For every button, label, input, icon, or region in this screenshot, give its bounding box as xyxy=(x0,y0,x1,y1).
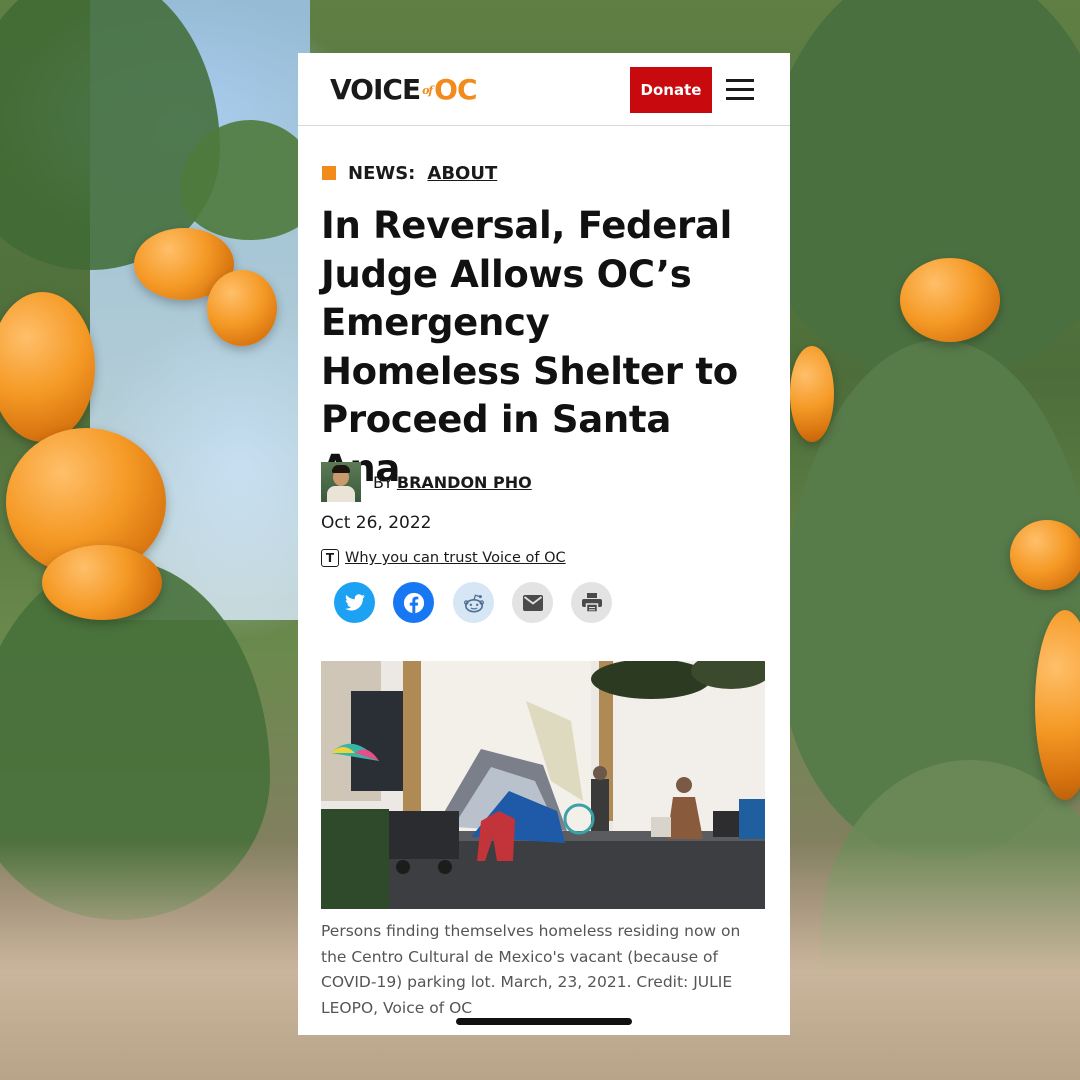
logo-oc: OC xyxy=(434,73,477,106)
orange-fruit xyxy=(0,292,95,442)
publish-date: Oct 26, 2022 xyxy=(321,513,432,533)
share-email-button[interactable] xyxy=(512,582,553,623)
hamburger-icon[interactable] xyxy=(726,79,756,101)
share-facebook-button[interactable] xyxy=(393,582,434,623)
article-photo[interactable] xyxy=(321,661,765,909)
orange-fruit xyxy=(1010,520,1080,590)
author-avatar[interactable] xyxy=(321,462,361,502)
share-twitter-button[interactable] xyxy=(334,582,375,623)
orange-fruit xyxy=(42,545,162,620)
orange-fruit xyxy=(900,258,1000,342)
logo-voice: VOICE xyxy=(330,73,421,106)
email-icon xyxy=(522,594,543,611)
article-kicker: NEWS: ABOUT xyxy=(322,162,497,184)
trust-link-text: Why you can trust Voice of OC xyxy=(345,550,566,566)
print-icon xyxy=(581,593,602,612)
orange-fruit xyxy=(207,270,277,346)
encampment-illustration xyxy=(321,661,765,909)
trust-link[interactable]: T Why you can trust Voice of OC xyxy=(321,547,566,569)
home-indicator[interactable] xyxy=(456,1018,632,1025)
reddit-icon xyxy=(463,593,484,612)
trust-icon: T xyxy=(321,549,339,567)
author-link[interactable]: BRANDON PHO xyxy=(397,473,532,492)
twitter-icon xyxy=(344,594,365,611)
mobile-article-card: VOICE of OC Donate NEWS: ABOUT In Revers… xyxy=(298,53,790,1035)
share-print-button[interactable] xyxy=(571,582,612,623)
kicker-section: NEWS: xyxy=(348,162,416,184)
byline-by: BY xyxy=(373,472,393,492)
logo-of: of xyxy=(422,83,433,97)
site-header: VOICE of OC Donate xyxy=(298,53,790,126)
article-headline: In Reversal, Federal Judge Allows OC’s E… xyxy=(321,204,738,490)
voice-of-oc-logo[interactable]: VOICE of OC xyxy=(330,73,478,107)
orange-fruit xyxy=(790,346,834,442)
share-reddit-button[interactable] xyxy=(453,582,494,623)
kicker-square-icon xyxy=(322,166,336,180)
donate-button[interactable]: Donate xyxy=(630,67,712,113)
photo-caption: Persons finding themselves homeless resi… xyxy=(321,922,741,1017)
kicker-category-link[interactable]: ABOUT xyxy=(427,163,497,184)
byline: BY BRANDON PHO xyxy=(321,462,532,502)
facebook-icon xyxy=(403,592,424,613)
